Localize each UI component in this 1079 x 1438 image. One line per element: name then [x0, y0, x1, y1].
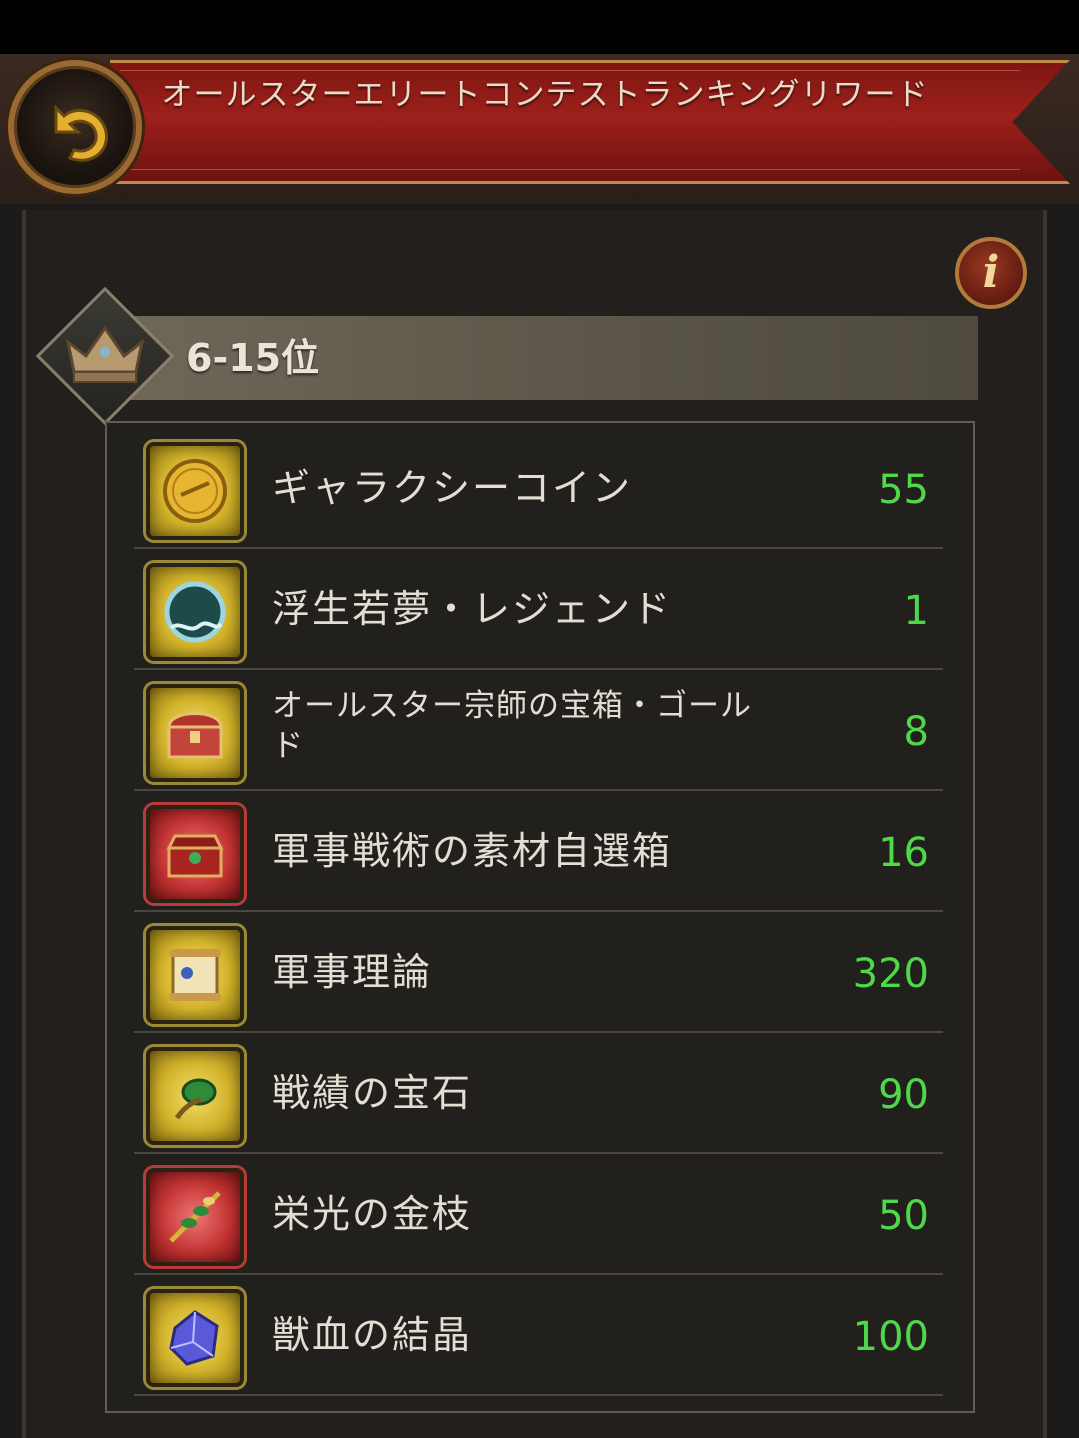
green-gem-icon — [146, 1047, 244, 1145]
reward-quantity: 50 — [878, 1193, 929, 1239]
page-title: オールスターエリートコンテストランキングリワード — [161, 77, 929, 113]
reward-row-beast-crystal[interactable]: 獣血の結晶 100 — [134, 1275, 943, 1396]
reward-row-legend-mirror[interactable]: 浮生若夢・レジェンド 1 — [134, 549, 943, 670]
back-arrow-icon — [54, 104, 108, 162]
reward-name: 栄光の金枝 — [272, 1192, 473, 1236]
rank-label: 6-15位 — [186, 336, 320, 380]
back-button[interactable] — [8, 60, 142, 194]
reward-row-military-theory[interactable]: 軍事理論 320 — [134, 912, 943, 1033]
reward-quantity: 100 — [852, 1314, 929, 1360]
scroll-icon — [146, 926, 244, 1024]
reward-quantity: 55 — [878, 467, 929, 513]
reward-quantity: 320 — [852, 951, 929, 997]
reward-row-golden-branch[interactable]: 栄光の金枝 50 — [134, 1154, 943, 1275]
treasure-chest-icon — [146, 684, 244, 782]
reward-name: 軍事戦術の素材自選箱 — [272, 829, 673, 873]
status-bar — [0, 0, 1079, 54]
reward-name: ギャラクシーコイン — [272, 466, 633, 510]
reward-row-merit-gem[interactable]: 戦績の宝石 90 — [134, 1033, 943, 1154]
crown-icon — [65, 325, 145, 383]
info-button[interactable]: i — [955, 237, 1027, 309]
golden-branch-icon — [146, 1168, 244, 1266]
reward-name: オールスター宗師の宝箱・ゴールド — [272, 688, 752, 764]
reward-row-master-chest[interactable]: オールスター宗師の宝箱・ゴールド 8 — [134, 670, 943, 791]
reward-row-material-chest[interactable]: 軍事戦術の素材自選箱 16 — [134, 791, 943, 912]
header: オールスターエリートコンテストランキングリワード — [0, 54, 1079, 204]
reward-name: 獣血の結晶 — [272, 1313, 473, 1357]
reward-name: 軍事理論 — [272, 950, 433, 994]
reward-quantity: 16 — [878, 830, 929, 876]
reward-row-galaxy-coin[interactable]: ギャラクシーコイン 55 — [134, 428, 943, 549]
screen: オールスターエリートコンテストランキングリワード i 6-15位 ギャラクシーコ… — [0, 0, 1079, 1438]
all-star-coin-icon — [146, 442, 244, 540]
reward-name: 浮生若夢・レジェンド — [272, 587, 673, 631]
reward-name: 戦績の宝石 — [272, 1071, 473, 1115]
reward-quantity: 1 — [903, 588, 929, 634]
red-chest-icon — [146, 805, 244, 903]
info-icon: i — [982, 247, 1000, 298]
crystal-icon — [146, 1289, 244, 1387]
reward-quantity: 90 — [878, 1072, 929, 1118]
mirror-frame-icon — [146, 563, 244, 661]
reward-quantity: 8 — [903, 709, 929, 755]
